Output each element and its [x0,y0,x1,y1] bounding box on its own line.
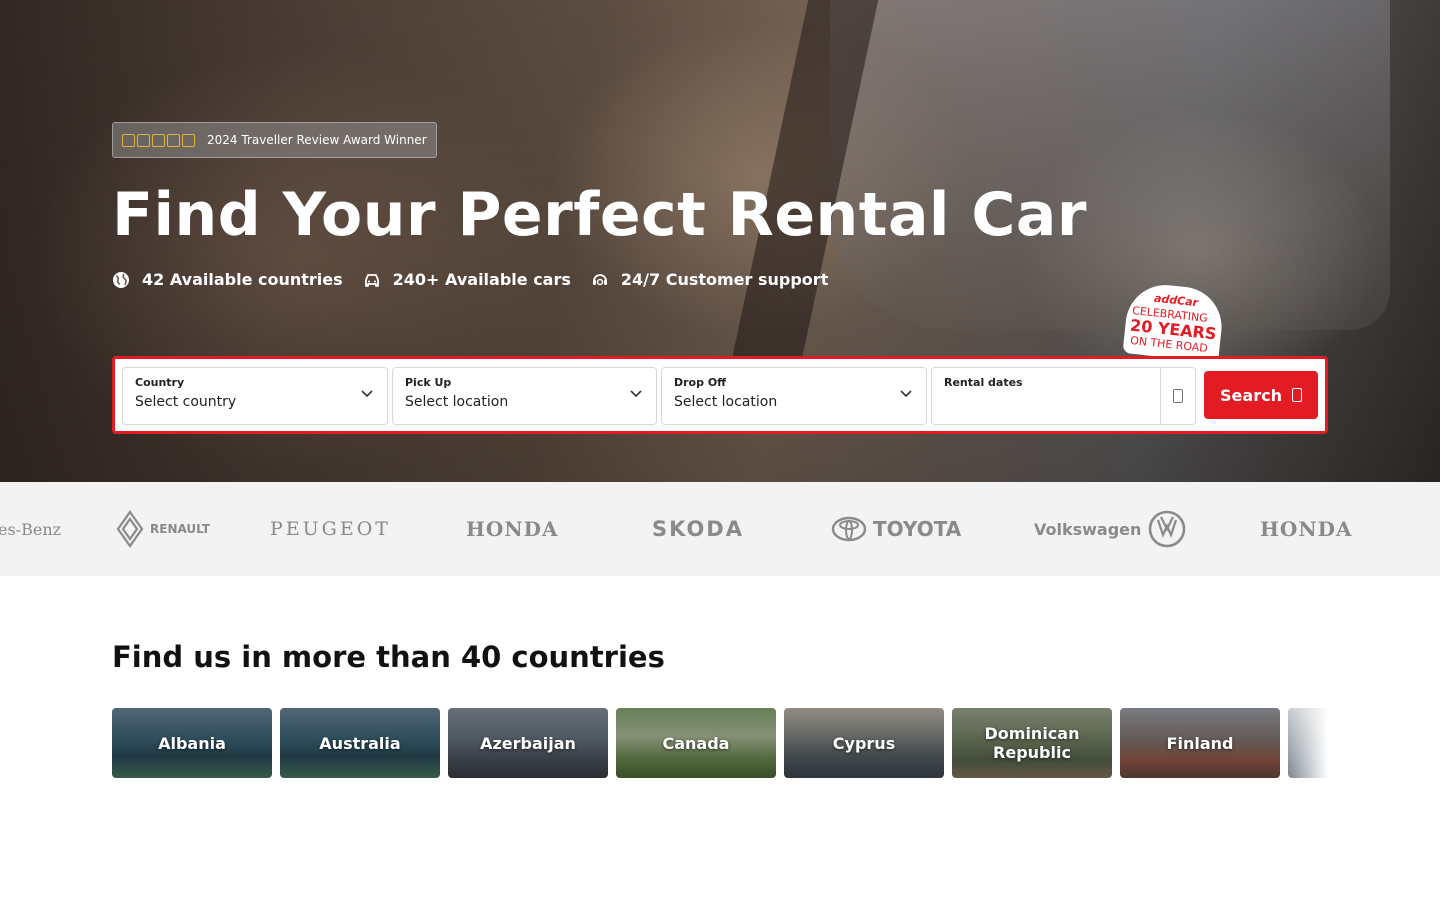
country-tile-albania[interactable]: Albania [112,708,272,778]
country-name: Cyprus [832,733,896,753]
brand-text: es-Benz [0,519,62,539]
search-panel: Country Select country Pick Up Select lo… [112,356,1328,434]
volkswagen-logo-icon [1149,510,1186,548]
search-icon [1291,388,1302,402]
rental-dates-label: Rental dates [944,376,1023,389]
globe-icon [113,271,129,288]
dropoff-label: Drop Off [674,376,727,389]
country-carousel[interactable]: Albania Australia Azerbaijan Canada Cypr… [112,708,1328,778]
pickup-label: Pick Up [405,376,452,389]
dropoff-value: Select location [674,394,778,410]
brand-logo-skoda: SKODA [652,482,744,576]
brand-text: Volkswagen [1034,519,1142,539]
star-icon [182,133,195,147]
feature-list: 42 Available countries 240+ Available ca… [112,270,828,289]
pickup-value: Select location [405,394,509,410]
hero-title: Find Your Perfect Rental Car [112,180,1087,250]
search-button-label: Search [1220,385,1282,405]
hero-section: 2024 Traveller Review Award Winner Find … [0,0,1440,482]
toyota-logo-icon [831,516,867,542]
country-label: Country [135,376,185,389]
brand-logo-renault: RENAULT [116,482,210,576]
award-text: 2024 Traveller Review Award Winner [207,133,427,147]
countries-title: Find us in more than 40 countries [112,640,665,674]
country-tile-finland[interactable]: Finland [1120,708,1280,778]
country-name: Azerbaijan [480,733,576,753]
brand-text: PEUGEOT [270,518,391,540]
country-name: Canada [662,733,730,753]
feature-label: 42 Available countries [142,270,343,289]
country-tile-australia[interactable]: Australia [280,708,440,778]
brand-logo-honda: HONDA [1260,482,1352,576]
calendar-button[interactable] [1161,367,1196,425]
feature-cars: 240+ Available cars [363,270,571,289]
rental-dates-field[interactable]: Rental dates [931,367,1161,425]
chevron-down-icon [361,390,373,398]
calendar-icon [1173,389,1183,403]
country-value: Select country [135,394,237,410]
support-icon [592,273,607,285]
renault-logo-icon [116,510,144,548]
star-icon [122,133,135,147]
rating-stars [122,133,195,147]
country-tile-cyprus[interactable]: Cyprus [784,708,944,778]
anniversary-badge: addCar CELEBRATING 20 YEARS ON THE ROAD [1122,281,1226,363]
brand-text: SKODA [652,517,744,541]
search-button[interactable]: Search [1204,371,1318,419]
brand-logo-mercedes: es-Benz [0,482,61,576]
country-name: Australia [319,733,401,753]
star-icon [167,133,180,147]
country-tile-canada[interactable]: Canada [616,708,776,778]
chevron-down-icon [900,390,912,398]
brand-logo-volkswagen: Volkswagen [1034,482,1187,576]
feature-label: 24/7 Customer support [620,270,829,289]
brand-text: RENAULT [150,522,210,536]
brand-logo-peugeot: PEUGEOT [270,482,391,576]
country-tile-dominican-republic[interactable]: Dominican Republic [952,708,1112,778]
star-icon [152,133,165,147]
brand-text: HONDA [466,517,559,541]
country-tile-azerbaijan[interactable]: Azerbaijan [448,708,608,778]
dropoff-select[interactable]: Drop Off Select location [661,367,927,425]
country-select[interactable]: Country Select country [122,367,388,425]
carousel-fade [1288,708,1328,778]
brand-text: TOYOTA [873,517,962,541]
star-icon [137,133,150,147]
country-name: Albania [158,733,226,753]
feature-support: 24/7 Customer support [591,270,828,289]
car-icon [364,273,379,287]
chevron-down-icon [630,390,642,398]
feature-countries: 42 Available countries [112,270,343,289]
brand-text: HONDA [1260,517,1353,541]
country-name: Dominican Republic [984,724,1080,762]
award-badge: 2024 Traveller Review Award Winner [112,122,437,158]
pickup-select[interactable]: Pick Up Select location [392,367,657,425]
brand-logo-toyota: TOYOTA [831,482,961,576]
country-name: Finland [1166,733,1234,753]
feature-label: 240+ Available cars [392,270,571,289]
brand-logo-honda: HONDA [466,482,558,576]
brand-strip: es-Benz RENAULT PEUGEOT HONDA SKODA TOYO… [0,482,1440,576]
